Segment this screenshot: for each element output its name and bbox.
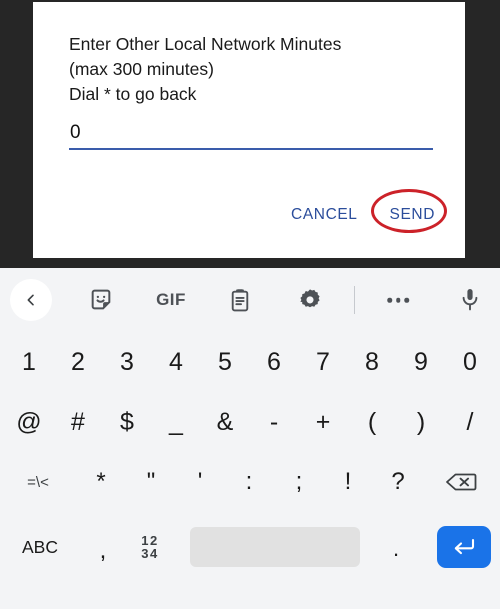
key-hyphen[interactable]: - <box>251 398 297 446</box>
overflow-dots-icon[interactable] <box>387 297 409 303</box>
key-asterisk[interactable]: * <box>78 458 124 506</box>
toolbar-divider <box>354 286 355 314</box>
dialog-actions: CANCEL SEND <box>289 189 447 233</box>
key-7[interactable]: 7 <box>300 338 346 386</box>
key-2[interactable]: 2 <box>55 338 101 386</box>
send-button-wrap: SEND <box>370 189 447 233</box>
key-exclamation[interactable]: ! <box>325 458 371 506</box>
gif-icon[interactable]: GIF <box>156 290 186 310</box>
dialog-scrim: Enter Other Local Network Minutes (max 3… <box>0 0 500 268</box>
key-at[interactable]: @ <box>6 398 52 446</box>
key-9[interactable]: 9 <box>398 338 444 386</box>
backspace-icon[interactable] <box>438 458 484 506</box>
key-question[interactable]: ? <box>375 458 421 506</box>
cancel-button[interactable]: CANCEL <box>289 202 359 228</box>
key-0[interactable]: 0 <box>447 338 493 386</box>
on-screen-keyboard: GIF 1 2 3 4 5 6 7 8 9 0 @ # $ _ & - + (… <box>0 268 500 609</box>
key-slash[interactable]: / <box>447 398 493 446</box>
key-space[interactable] <box>190 527 360 567</box>
sticker-icon[interactable] <box>89 288 114 313</box>
key-quote-single[interactable]: ' <box>177 458 223 506</box>
minutes-input-wrap <box>69 122 433 150</box>
dialog-message: Enter Other Local Network Minutes (max 3… <box>69 34 342 104</box>
send-button[interactable]: SEND <box>388 202 437 228</box>
key-6[interactable]: 6 <box>251 338 297 386</box>
key-enter[interactable] <box>437 526 491 568</box>
key-semicolon[interactable]: ; <box>276 458 322 506</box>
back-chevron-icon[interactable] <box>10 279 52 321</box>
clipboard-icon[interactable] <box>228 288 253 313</box>
keyboard-row-symbols-2: =\< * " ' : ; ! ? <box>0 452 500 512</box>
key-paren-close[interactable]: ) <box>398 398 444 446</box>
numeric-layout-bottom: 34 <box>141 546 159 561</box>
key-8[interactable]: 8 <box>349 338 395 386</box>
key-ampersand[interactable]: & <box>202 398 248 446</box>
microphone-icon[interactable] <box>458 287 482 313</box>
key-symbols-shift[interactable]: =\< <box>15 458 61 506</box>
key-colon[interactable]: : <box>226 458 272 506</box>
key-period[interactable]: . <box>373 523 419 571</box>
key-4[interactable]: 4 <box>153 338 199 386</box>
key-abc[interactable]: ABC <box>17 523 63 571</box>
key-numeric-layout[interactable]: 12 34 <box>127 523 173 571</box>
key-hash[interactable]: # <box>55 398 101 446</box>
key-1[interactable]: 1 <box>6 338 52 386</box>
keyboard-row-symbols-1: @ # $ _ & - + ( ) / <box>0 392 500 452</box>
key-3[interactable]: 3 <box>104 338 150 386</box>
keyboard-row-bottom: ABC , 12 34 . <box>0 516 500 578</box>
gear-icon[interactable] <box>298 288 323 313</box>
input-dialog: Enter Other Local Network Minutes (max 3… <box>33 2 465 258</box>
key-5[interactable]: 5 <box>202 338 248 386</box>
key-plus[interactable]: + <box>300 398 346 446</box>
key-dollar[interactable]: $ <box>104 398 150 446</box>
key-comma[interactable]: , <box>80 523 126 571</box>
keyboard-toolbar: GIF <box>0 268 500 332</box>
key-quote-double[interactable]: " <box>128 458 174 506</box>
key-paren-open[interactable]: ( <box>349 398 395 446</box>
keyboard-row-numbers: 1 2 3 4 5 6 7 8 9 0 <box>0 332 500 392</box>
minutes-input[interactable] <box>69 122 433 150</box>
key-underscore[interactable]: _ <box>153 398 199 446</box>
